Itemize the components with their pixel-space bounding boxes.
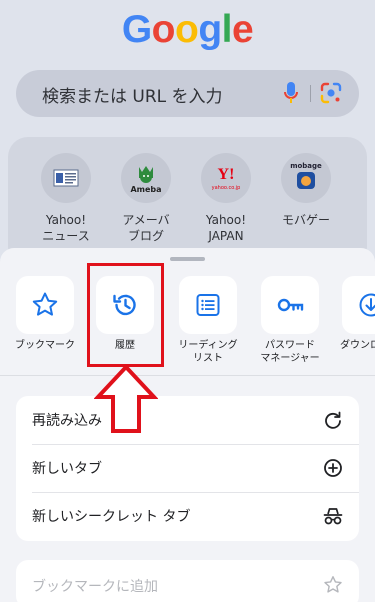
- reload-icon: [323, 410, 343, 434]
- shortcut-mobage[interactable]: mobage モバゲー: [266, 153, 346, 228]
- menu-item-reload[interactable]: 再読み込み: [16, 396, 359, 444]
- overflow-menu-sheet: ブックマーク 履歴 リーディング リスト パスワード マネージャー ダウン 再読…: [0, 248, 375, 602]
- password-manager-tile[interactable]: [261, 276, 319, 334]
- star-outline-icon: [323, 575, 343, 599]
- action-bookmarks[interactable]: ブックマーク: [9, 276, 81, 352]
- action-label: パスワード マネージャー: [260, 340, 320, 364]
- reading-list-icon: [196, 294, 220, 316]
- highlight-box: [87, 263, 164, 367]
- shortcut-label: モバゲー: [281, 213, 330, 227]
- download-icon: [359, 293, 375, 317]
- downloads-tile[interactable]: [342, 276, 375, 334]
- ameba-icon: Ameba: [121, 153, 171, 203]
- action-label: ブックマーク: [15, 340, 75, 351]
- shortcut-label: アメーバ ブログ: [122, 213, 170, 243]
- menu-item-new-incognito-tab[interactable]: 新しいシークレット タブ: [16, 492, 359, 540]
- bookmarks-tile[interactable]: [16, 276, 74, 334]
- action-password-manager[interactable]: パスワード マネージャー: [254, 276, 326, 365]
- new-tab-page: Google 検索または URL を入力 Yahoo! ニュース Ameba ア…: [0, 0, 375, 267]
- logo-letter: g: [198, 8, 222, 51]
- yahoo-japan-icon: Y! yahoo.co.jp: [201, 153, 251, 203]
- menu-item-new-tab[interactable]: 新しいタブ: [16, 444, 359, 492]
- menu-item-label: ブックマークに追加: [32, 579, 158, 595]
- google-logo: Google: [0, 8, 375, 52]
- menu-item-label: 新しいシークレット タブ: [32, 509, 191, 525]
- sheet-divider: [0, 375, 375, 376]
- logo-letter: G: [121, 8, 152, 51]
- action-reading-list[interactable]: リーディング リスト: [172, 276, 244, 365]
- new-tab-icon: [323, 458, 343, 482]
- menu-item-label: 新しいタブ: [32, 461, 102, 477]
- search-input[interactable]: 検索または URL を入力: [42, 82, 223, 107]
- mic-icon[interactable]: [284, 81, 298, 109]
- password-key-icon: [277, 298, 304, 312]
- reading-list-tile[interactable]: [179, 276, 237, 334]
- mobage-icon: mobage: [281, 153, 331, 203]
- action-label: ダウンロ: [340, 340, 375, 351]
- shortcut-ameba[interactable]: Ameba アメーバ ブログ: [106, 153, 186, 244]
- search-bar[interactable]: 検索または URL を入力: [16, 70, 359, 117]
- shortcut-label: Yahoo! JAPAN: [205, 213, 247, 243]
- logo-letter: o: [151, 8, 176, 51]
- yahoo-news-icon: [41, 153, 91, 203]
- shortcut-yahoo-japan[interactable]: Y! yahoo.co.jp Yahoo! JAPAN: [186, 153, 266, 244]
- logo-letter: l: [221, 8, 233, 51]
- logo-letter: o: [174, 8, 199, 51]
- logo-letter: e: [231, 8, 254, 51]
- search-divider: [310, 85, 311, 102]
- yahoo-logo-subtext: yahoo.co.jp: [211, 185, 241, 191]
- google-lens-icon[interactable]: [320, 82, 342, 108]
- up-arrow-annotation: [94, 364, 158, 433]
- yahoo-logo-text: Y!: [217, 166, 235, 183]
- action-downloads[interactable]: ダウンロ: [334, 276, 375, 352]
- menu-card: 再読み込み 新しいタブ 新しいシークレット タブ: [16, 396, 359, 541]
- shortcut-label: Yahoo! ニュース: [42, 213, 90, 243]
- star-icon: [32, 292, 58, 316]
- action-label: リーディング リスト: [178, 340, 238, 364]
- sheet-drag-handle[interactable]: [170, 257, 205, 261]
- ameba-icon-text: Ameba: [130, 185, 162, 194]
- incognito-icon: [323, 506, 343, 530]
- menu-item-label: 再読み込み: [32, 413, 102, 429]
- menu-item-add-bookmark: ブックマークに追加: [16, 560, 359, 602]
- shortcut-yahoo-news[interactable]: Yahoo! ニュース: [26, 153, 106, 244]
